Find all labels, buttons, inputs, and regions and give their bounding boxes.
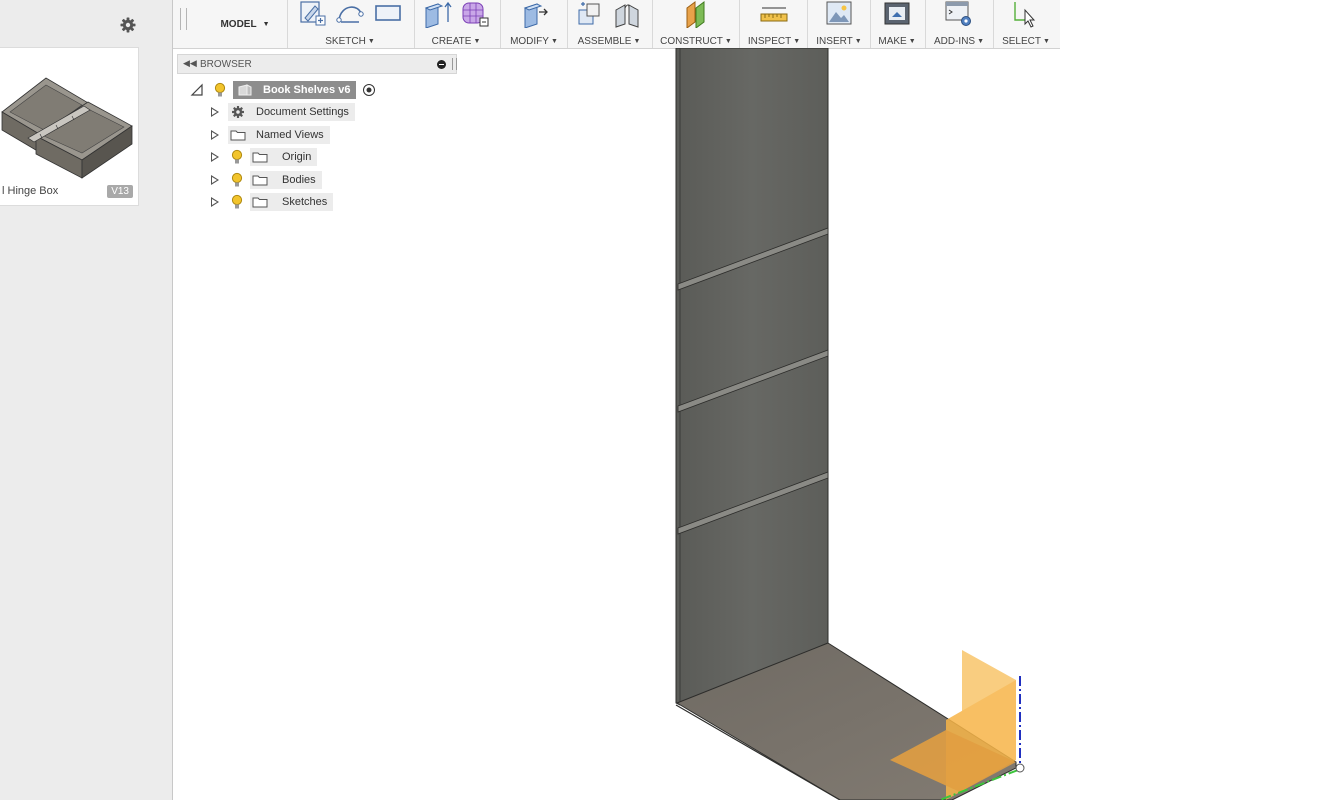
toolbar-divider xyxy=(414,0,415,48)
toolbar-group-sketch[interactable]: SKETCH ▼ xyxy=(291,0,409,48)
toolbar-group-make[interactable]: MAKE ▼ xyxy=(872,0,922,48)
add-ins-menu-label: ADD-INS xyxy=(933,36,976,47)
toolbar-group-inspect[interactable]: INSPECT ▼ xyxy=(741,0,807,48)
toolbar-divider xyxy=(652,0,653,48)
rectangle-tool-icon[interactable] xyxy=(373,0,403,28)
offset-plane-icon[interactable] xyxy=(681,0,711,28)
form-tspline-icon[interactable] xyxy=(460,0,490,28)
new-component-icon[interactable] xyxy=(575,0,605,28)
toolbar-grip-handle[interactable] xyxy=(180,8,187,30)
assemble-menu-label: ASSEMBLE xyxy=(577,36,632,47)
data-panel: l Hinge Box V13 xyxy=(0,0,173,800)
settings-gear-icon[interactable] xyxy=(118,15,138,35)
origin-point-icon[interactable] xyxy=(1015,763,1025,773)
insert-menu-label: INSERT xyxy=(816,36,853,47)
hinge-box-thumbnail xyxy=(1,77,133,179)
toolbar: MODEL ▼ SKETCH ▼ CREATE ▼ MODIFY ▼ ASSEM… xyxy=(173,0,1060,49)
toolbar-group-assemble[interactable]: ASSEMBLE ▼ xyxy=(569,0,649,48)
toolbar-divider xyxy=(807,0,808,48)
measure-icon[interactable] xyxy=(759,0,789,28)
inspect-menu-label: INSPECT xyxy=(747,36,792,47)
thumbnail-name: l Hinge Box xyxy=(2,185,59,197)
make-menu-label: MAKE xyxy=(878,36,907,47)
chevron-down-icon: ▼ xyxy=(262,20,270,28)
arc-tool-icon[interactable] xyxy=(335,0,365,28)
create-menu-label: CREATE xyxy=(431,36,472,47)
workspace-switcher[interactable]: MODEL ▼ xyxy=(203,0,287,48)
sketch-menu-label: SKETCH xyxy=(325,36,366,47)
toolbar-divider xyxy=(870,0,871,48)
toolbar-group-select[interactable]: SELECT ▼ xyxy=(995,0,1057,48)
insert-image-icon[interactable] xyxy=(824,0,854,28)
create-sketch-icon[interactable] xyxy=(297,0,327,28)
modify-menu-label: MODIFY xyxy=(510,36,549,47)
design-thumbnail-card[interactable]: l Hinge Box V13 xyxy=(0,47,139,206)
toolbar-divider xyxy=(567,0,568,48)
toolbar-divider xyxy=(993,0,994,48)
toolbar-divider xyxy=(925,0,926,48)
toolbar-group-insert[interactable]: INSERT ▼ xyxy=(809,0,869,48)
3d-viewport[interactable] xyxy=(173,48,1328,800)
construct-menu-label: CONSTRUCT xyxy=(660,36,723,47)
select-menu-label: SELECT xyxy=(1002,36,1041,47)
toolbar-group-construct[interactable]: CONSTRUCT ▼ xyxy=(654,0,738,48)
joint-icon[interactable] xyxy=(613,0,643,28)
version-badge: V13 xyxy=(107,185,133,198)
toolbar-divider xyxy=(287,0,288,48)
toolbar-divider xyxy=(500,0,501,48)
3d-print-icon[interactable] xyxy=(882,0,912,28)
select-cursor-icon[interactable] xyxy=(1011,0,1041,28)
toolbar-group-modify[interactable]: MODIFY ▼ xyxy=(502,0,566,48)
toolbar-divider xyxy=(739,0,740,48)
press-pull-icon[interactable] xyxy=(519,0,549,28)
extrude-icon[interactable] xyxy=(422,0,452,28)
toolbar-group-add-ins[interactable]: ADD-INS ▼ xyxy=(927,0,991,48)
toolbar-group-create[interactable]: CREATE ▼ xyxy=(416,0,496,48)
scripts-addins-icon[interactable] xyxy=(944,0,974,28)
workspace-label: MODEL xyxy=(220,18,257,30)
